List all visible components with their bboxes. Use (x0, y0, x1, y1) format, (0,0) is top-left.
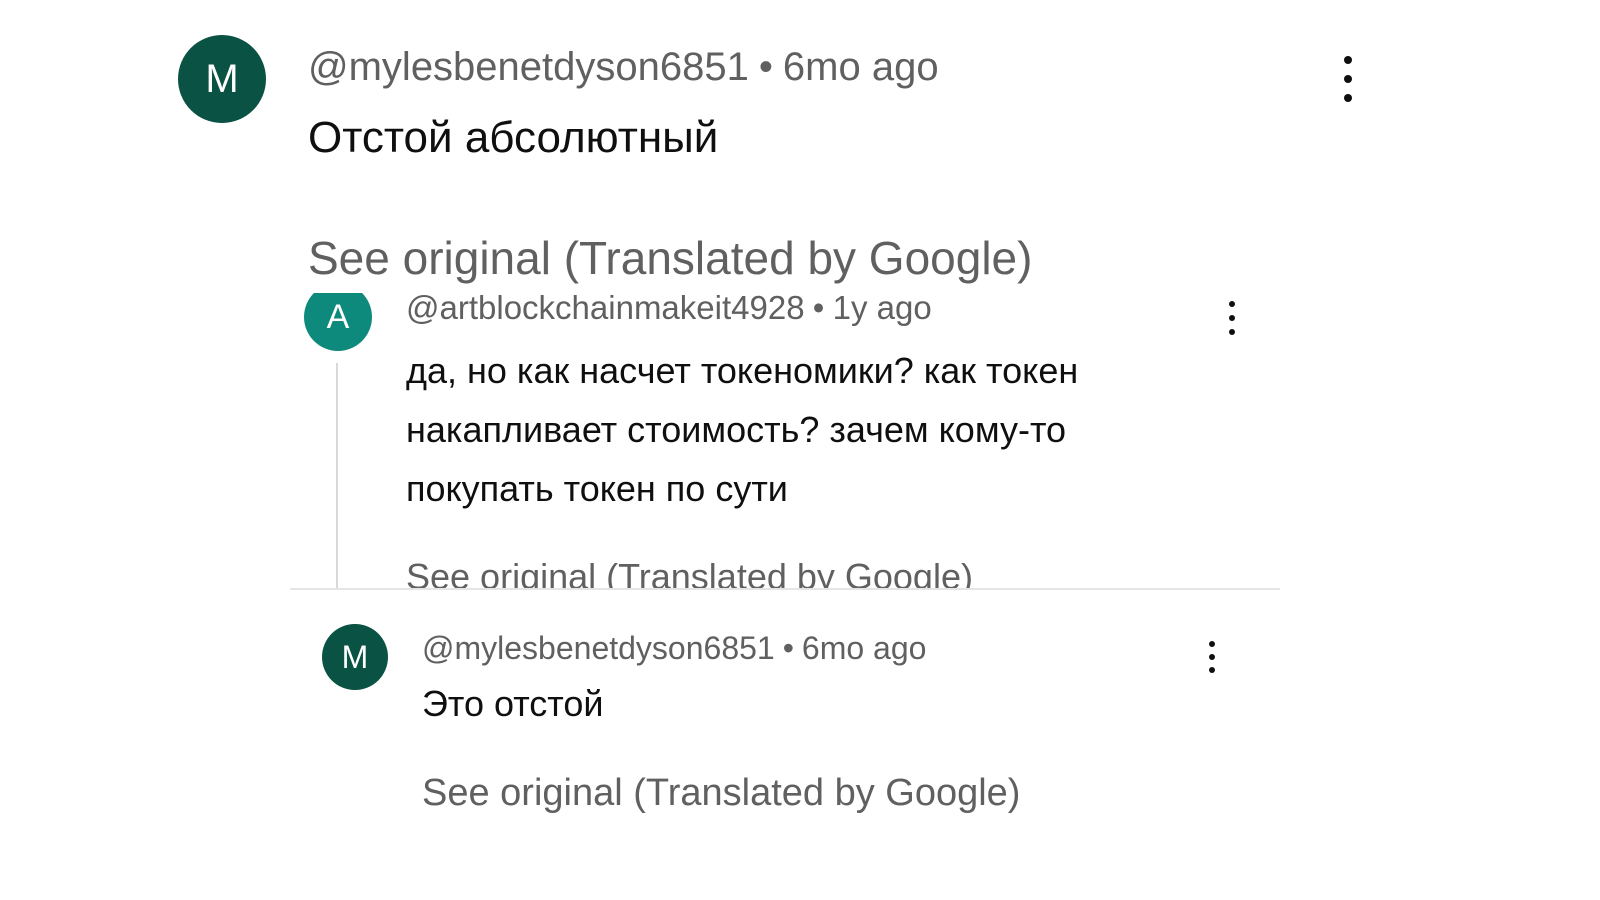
kebab-dot (1344, 56, 1352, 64)
timestamp[interactable]: 1y ago (833, 293, 932, 326)
kebab-dot (1344, 75, 1352, 83)
more-vertical-icon[interactable] (1226, 301, 1238, 335)
comment-header: @mylesbenetdyson6851 • 6mo ago (308, 44, 939, 90)
author-handle[interactable]: @artblockchainmakeit4928 (406, 293, 805, 326)
thread-line (336, 363, 338, 589)
separator-dot: • (812, 293, 825, 326)
kebab-dot (1209, 654, 1215, 660)
reply-card: A @artblockchainmakeit4928 • 1y ago да, но… (290, 293, 1280, 589)
avatar[interactable]: M (178, 35, 266, 123)
kebab-dot (1344, 94, 1352, 102)
divider (290, 588, 1280, 590)
kebab-dot (1229, 301, 1235, 307)
separator-dot: • (782, 630, 794, 666)
author-handle[interactable]: @mylesbenetdyson6851 (308, 45, 749, 89)
see-original-link[interactable]: See original (Translated by Google) (422, 770, 1020, 816)
kebab-dot (1209, 641, 1215, 647)
see-original-link[interactable]: See original (Translated by Google) (308, 230, 1032, 286)
separator-dot: • (758, 45, 773, 89)
comment-header: @artblockchainmakeit4928 • 1y ago (406, 293, 932, 327)
comment-header: @mylesbenetdyson6851 • 6mo ago (422, 629, 926, 667)
avatar[interactable]: M (322, 624, 388, 690)
more-vertical-icon[interactable] (1206, 641, 1218, 673)
timestamp[interactable]: 6mo ago (802, 630, 927, 666)
more-vertical-icon[interactable] (1340, 56, 1356, 102)
kebab-dot (1229, 329, 1235, 335)
author-handle[interactable]: @mylesbenetdyson6851 (422, 630, 775, 666)
see-original-link[interactable]: See original (Translated by Google) (406, 555, 973, 589)
timestamp[interactable]: 6mo ago (783, 45, 939, 89)
comment-text: Это отстой (422, 683, 604, 724)
avatar[interactable]: A (304, 293, 372, 351)
kebab-dot (1229, 315, 1235, 321)
comment-text: Отстой абсолютный (308, 113, 719, 162)
kebab-dot (1209, 667, 1215, 673)
comment-text: да, но как насчет токеномики? как токен … (406, 350, 1079, 509)
